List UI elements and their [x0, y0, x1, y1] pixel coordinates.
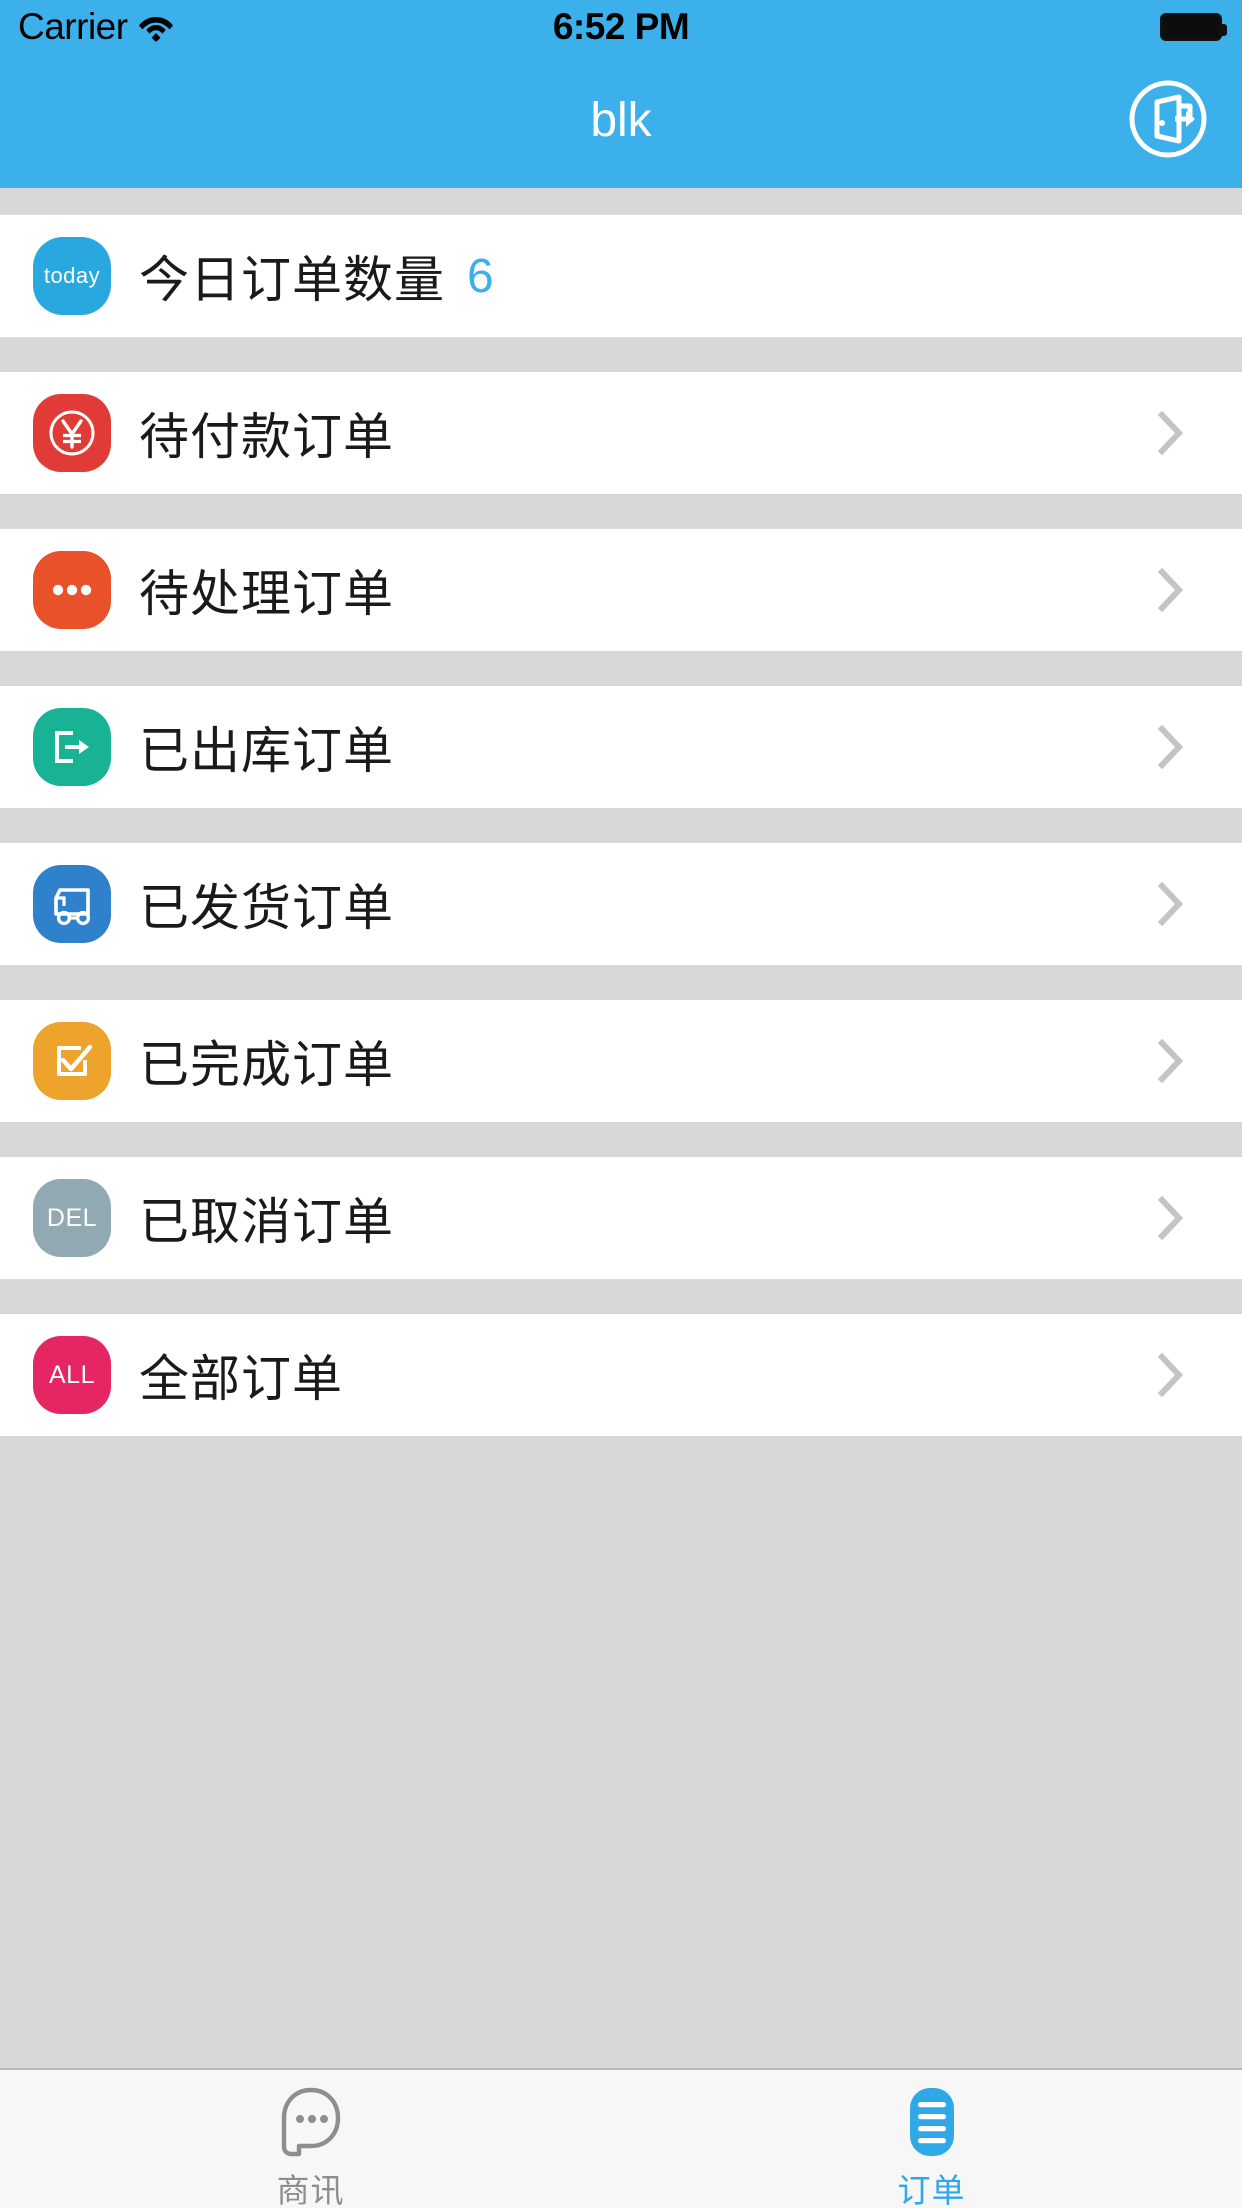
navigation-bar: blk — [0, 54, 1242, 188]
status-bar-clock: 6:52 PM — [552, 6, 690, 47]
list-gap — [0, 494, 1242, 529]
checkbox-check-icon — [33, 1022, 111, 1100]
chevron-right-icon — [1157, 881, 1184, 927]
yuan-currency-icon — [33, 394, 111, 472]
tab-orders[interactable]: 订单 — [621, 2070, 1242, 2208]
list-item[interactable]: 待处理订单 — [0, 529, 1242, 651]
list-gap — [0, 337, 1242, 372]
chevron-right-icon — [1157, 410, 1184, 456]
list-item-label: 今日订单数量 — [139, 252, 445, 308]
export-box-arrow-icon — [33, 708, 111, 786]
chevron-right-icon — [1157, 724, 1184, 770]
order-list: today 今日订单数量 6 待付款订单 待处理订单 已出库订单 已发货订单 已… — [0, 188, 1242, 2068]
tab-label: 订单 — [897, 2172, 966, 2208]
order-list-icon — [893, 2082, 971, 2162]
list-item[interactable]: DEL 已取消订单 — [0, 1157, 1242, 1279]
list-gap — [0, 651, 1242, 686]
list-item[interactable]: ALL 全部订单 — [0, 1314, 1242, 1436]
chevron-right-icon — [1157, 567, 1184, 613]
chevron-right-icon — [1157, 1195, 1184, 1241]
list-item[interactable]: 已出库订单 — [0, 686, 1242, 808]
list-item-label: 已发货订单 — [139, 880, 394, 936]
list-item-label: 全部订单 — [139, 1351, 343, 1407]
ellipsis-icon — [33, 551, 111, 629]
today-badge-icon: today — [33, 237, 111, 315]
chevron-right-icon — [1157, 1038, 1184, 1084]
list-gap — [0, 965, 1242, 1000]
list-item-label: 待处理订单 — [139, 566, 394, 622]
truck-icon — [33, 865, 111, 943]
today-order-count-value: 6 — [467, 249, 494, 303]
list-item-label: 已取消订单 — [139, 1194, 394, 1250]
tab-label: 商讯 — [276, 2172, 345, 2208]
logout-door-arrow-icon — [1127, 78, 1209, 165]
app-screen: Carrier 6:52 PM blk today 今日订单数量 6 待付款订单… — [0, 0, 1242, 2208]
del-badge-icon: DEL — [33, 1179, 111, 1257]
tab-bar: 商讯 订单 — [0, 2068, 1242, 2208]
list-item[interactable]: 待付款订单 — [0, 372, 1242, 494]
list-item-label: 已完成订单 — [139, 1037, 394, 1093]
list-gap — [0, 1279, 1242, 1314]
chat-bubble-ellipsis-icon — [272, 2082, 350, 2162]
empty-list-background — [0, 1436, 1242, 2036]
battery-full-icon — [1160, 13, 1227, 41]
list-gap — [0, 808, 1242, 843]
list-gap — [0, 188, 1242, 215]
list-item-label: 待付款订单 — [139, 409, 394, 465]
list-item[interactable]: 已发货订单 — [0, 843, 1242, 965]
page-title: blk — [590, 94, 652, 147]
list-item[interactable]: 已完成订单 — [0, 1000, 1242, 1122]
list-gap — [0, 1122, 1242, 1157]
tab-business-news[interactable]: 商讯 — [0, 2070, 621, 2208]
list-item[interactable]: today 今日订单数量 6 — [0, 215, 1242, 337]
status-bar: Carrier 6:52 PM — [0, 0, 1242, 54]
logout-button[interactable] — [1127, 80, 1209, 162]
chevron-right-icon — [1157, 1352, 1184, 1398]
list-item-label: 已出库订单 — [139, 723, 394, 779]
all-badge-icon: ALL — [33, 1336, 111, 1414]
